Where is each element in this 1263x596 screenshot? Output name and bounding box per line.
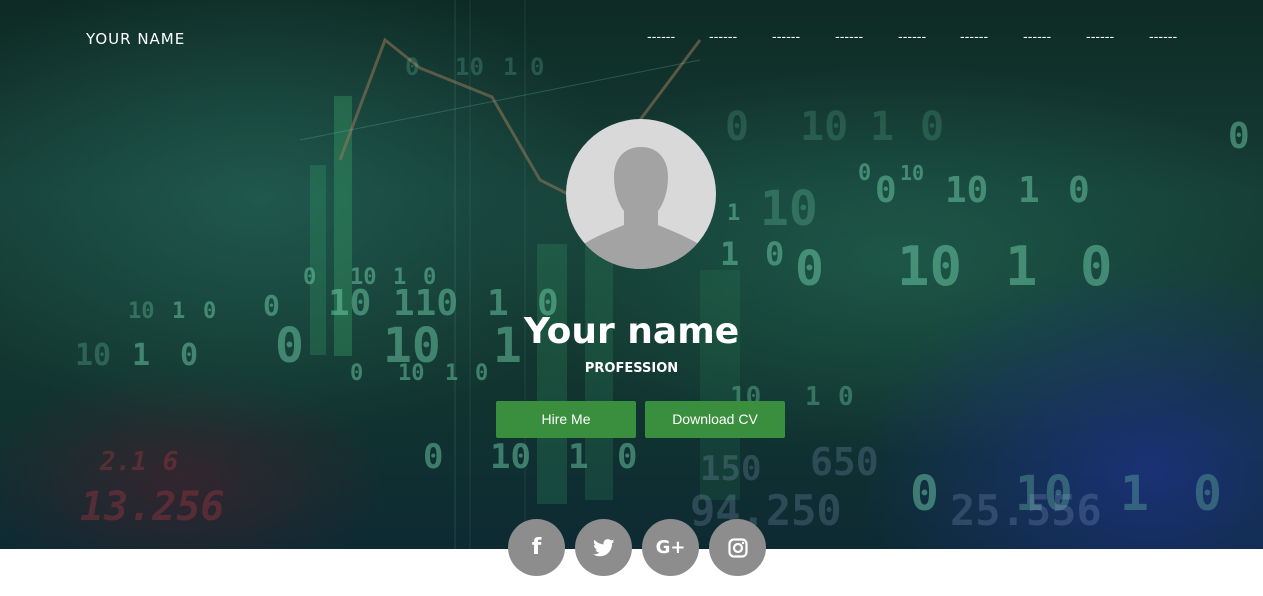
nav-link-3[interactable]: ------ — [772, 30, 800, 45]
facebook-icon: f — [531, 535, 542, 560]
svg-text:1: 1 — [720, 235, 739, 273]
svg-text:2.1 6: 2.1 6 — [99, 447, 178, 477]
svg-text:0: 0 — [725, 104, 749, 150]
svg-text:0: 0 — [1193, 466, 1222, 522]
nav-link-6[interactable]: ------ — [960, 30, 988, 45]
twitter-icon — [592, 538, 614, 556]
svg-text:0: 0 — [858, 161, 871, 186]
nav-link-4[interactable]: ------ — [835, 30, 863, 45]
svg-text:10: 10 — [897, 235, 962, 298]
svg-text:0: 0 — [795, 241, 824, 297]
svg-text:13.256: 13.256 — [80, 484, 225, 530]
svg-text:0: 0 — [838, 382, 854, 412]
nav-link-5[interactable]: ------ — [898, 30, 926, 45]
profile-profession: PROFESSION — [584, 361, 679, 376]
navbar: YOUR NAME ------ ------ ------ ------ --… — [0, 0, 1263, 80]
nav-link-2[interactable]: ------ — [709, 30, 737, 45]
svg-text:1: 1 — [1005, 235, 1038, 298]
svg-text:0: 0 — [765, 235, 784, 273]
svg-text:10: 10 — [490, 437, 531, 477]
svg-text:0: 0 — [617, 437, 637, 477]
download-cv-button[interactable]: Download CV — [645, 401, 785, 438]
facebook-button[interactable]: f — [508, 519, 565, 576]
svg-text:1: 1 — [870, 104, 894, 150]
user-silhouette-icon — [574, 147, 708, 269]
svg-text:94.250: 94.250 — [690, 486, 842, 535]
twitter-button[interactable] — [575, 519, 632, 576]
svg-text:10: 10 — [945, 170, 988, 211]
google-plus-button[interactable]: G+ — [642, 519, 699, 576]
svg-text:1: 1 — [568, 437, 588, 477]
svg-text:1: 1 — [1120, 466, 1149, 522]
profile-name: Your name — [523, 311, 740, 352]
profile-avatar — [566, 119, 716, 269]
svg-text:1: 1 — [805, 382, 821, 412]
hero-section: 0 10 1 0 0 10 0 0 10 1 0 1 0 10 1 0 10 1… — [0, 0, 1263, 549]
svg-text:1: 1 — [1018, 170, 1040, 211]
svg-text:10: 10 — [760, 181, 818, 237]
nav-link-9[interactable]: ------ — [1149, 30, 1177, 45]
background-data-art: 0 10 1 0 0 10 0 0 10 1 0 1 0 10 1 0 10 1… — [75, 0, 1250, 549]
instagram-icon — [727, 537, 748, 558]
svg-text:0: 0 — [920, 104, 944, 150]
svg-text:0: 0 — [875, 170, 897, 211]
svg-text:0: 0 — [1068, 170, 1090, 211]
svg-text:650: 650 — [810, 440, 879, 484]
nav-link-7[interactable]: ------ — [1023, 30, 1051, 45]
svg-text:0: 0 — [303, 265, 316, 290]
svg-text:1: 1 — [727, 201, 740, 226]
svg-text:10: 10 — [900, 161, 924, 185]
google-plus-icon: G+ — [655, 537, 686, 558]
instagram-button[interactable] — [709, 519, 766, 576]
svg-text:0: 0 — [910, 466, 939, 522]
brand-logo[interactable]: YOUR NAME — [86, 30, 185, 48]
svg-text:25.556: 25.556 — [950, 486, 1102, 535]
hire-me-button[interactable]: Hire Me — [496, 401, 636, 438]
svg-text:150: 150 — [700, 449, 761, 489]
svg-text:0: 0 — [1228, 116, 1250, 157]
nav-link-8[interactable]: ------ — [1086, 30, 1114, 45]
nav-link-1[interactable]: ------ — [647, 30, 675, 45]
svg-text:0: 0 — [1080, 235, 1113, 298]
svg-text:10: 10 — [800, 104, 848, 150]
svg-text:0: 0 — [423, 437, 443, 477]
